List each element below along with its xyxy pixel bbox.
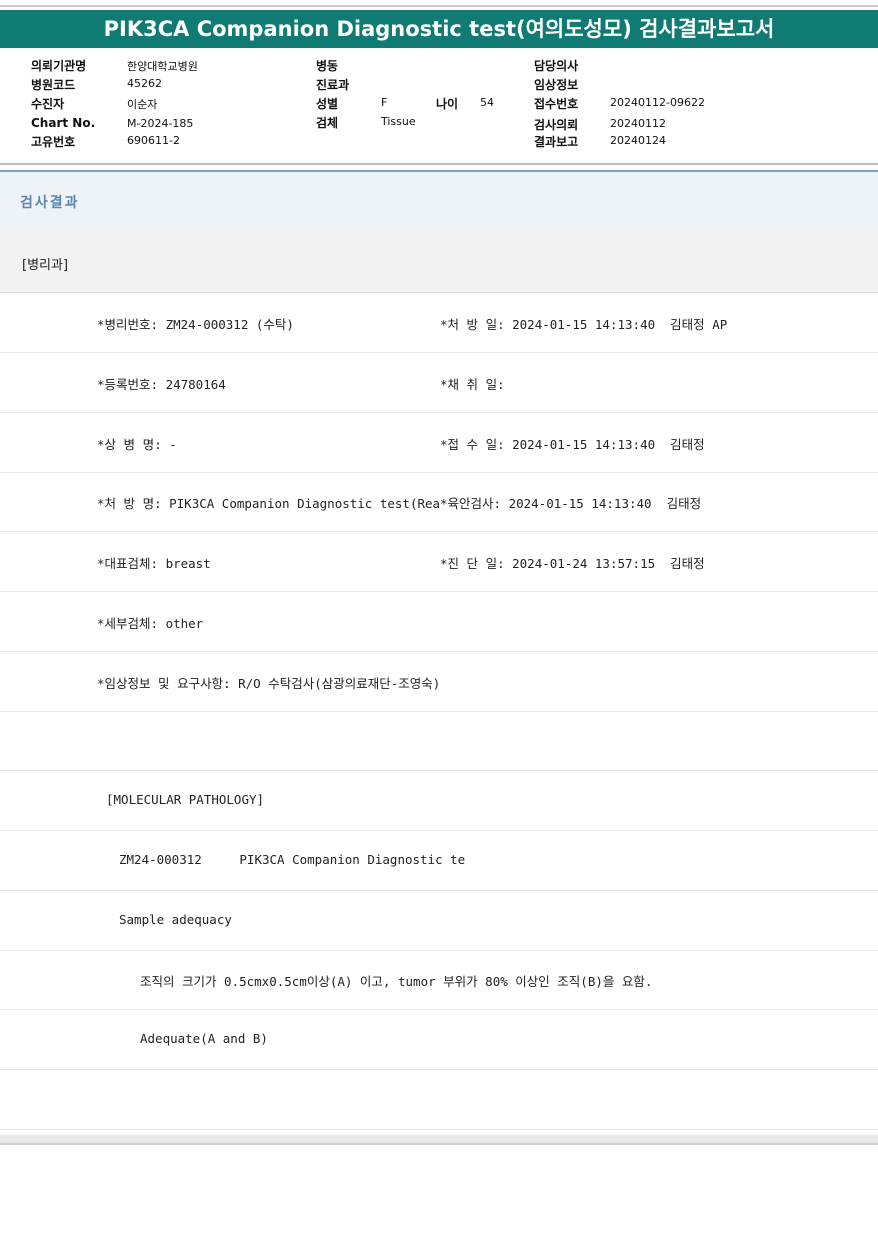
info-divider bbox=[0, 163, 878, 165]
result-row: 조직의 크기가 0.5cmx0.5cm이상(A) 이고, tumor 부위가 8… bbox=[0, 950, 878, 1010]
result-left: Adequate(A and B) bbox=[140, 1031, 268, 1046]
specimen-label: 검체 bbox=[316, 116, 339, 130]
result-row: *등록번호: 24780164 *채 취 일: bbox=[0, 353, 878, 413]
result-row: *상 병 명: - *접 수 일: 2024-01-15 14:13:40 김태… bbox=[0, 413, 878, 473]
chart-no-label: Chart No. bbox=[31, 116, 96, 130]
doctor-label: 담당의사 bbox=[534, 59, 579, 73]
examinee-label: 수진자 bbox=[31, 97, 65, 111]
result-right: *처 방 일: 2024-01-15 14:13:40 김태정 AP bbox=[440, 317, 728, 332]
result-row bbox=[0, 1070, 878, 1130]
dept-label: 진료과 bbox=[316, 78, 350, 92]
ward-label: 병동 bbox=[316, 59, 339, 73]
result-row: *병리번호: ZM24-000312 (수탁) *처 방 일: 2024-01-… bbox=[0, 293, 878, 353]
result-right: *진 단 일: 2024-01-24 13:57:15 김태정 bbox=[440, 556, 705, 571]
age-value: 54 bbox=[480, 96, 494, 109]
result-row: *세부검체: other bbox=[0, 592, 878, 652]
clinical-label: 임상정보 bbox=[534, 78, 579, 92]
hospital-code-value: 45262 bbox=[127, 77, 162, 90]
department-label: [병리과] bbox=[22, 258, 69, 273]
result-row: ZM24-000312 PIK3CA Companion Diagnostic … bbox=[0, 831, 878, 891]
bottom-rule bbox=[0, 1135, 878, 1145]
result-right: *채 취 일: bbox=[440, 377, 505, 392]
results-section-header: 검사결과 bbox=[0, 170, 878, 235]
department-row: [병리과] bbox=[0, 234, 878, 293]
report-label: 결과보고 bbox=[534, 135, 579, 149]
sex-value: F bbox=[381, 96, 388, 109]
report-title: PIK3CA Companion Diagnostic test(여의도성모) … bbox=[0, 10, 878, 48]
result-left: *세부검체: other bbox=[97, 616, 204, 631]
hospital-code-label: 병원코드 bbox=[31, 78, 76, 92]
result-row: [MOLECULAR PATHOLOGY] bbox=[0, 771, 878, 831]
request-label: 검사의뢰 bbox=[534, 118, 579, 132]
institution-label: 의뢰기관명 bbox=[31, 59, 87, 73]
result-row: *임상정보 및 요구사항: R/O 수탁검사(삼광의료재단-조영숙) bbox=[0, 652, 878, 712]
specimen-value: Tissue bbox=[381, 115, 416, 128]
result-left: [MOLECULAR PATHOLOGY] bbox=[106, 792, 265, 807]
top-rule bbox=[0, 5, 878, 7]
result-right: *접 수 일: 2024-01-15 14:13:40 김태정 bbox=[440, 437, 705, 452]
result-row: *처 방 명: PIK3CA Companion Diagnostic test… bbox=[0, 472, 878, 532]
result-left: 조직의 크기가 0.5cmx0.5cm이상(A) 이고, tumor 부위가 8… bbox=[140, 974, 653, 989]
chart-no-value: M-2024-185 bbox=[127, 117, 194, 130]
result-row bbox=[0, 711, 878, 771]
result-left: *병리번호: ZM24-000312 (수탁) bbox=[97, 317, 294, 332]
result-row: Adequate(A and B) bbox=[0, 1010, 878, 1070]
result-row: *대표검체: breast *진 단 일: 2024-01-24 13:57:1… bbox=[0, 532, 878, 592]
result-left: *처 방 명: PIK3CA Companion Diagnostic test… bbox=[97, 496, 441, 511]
result-left: *임상정보 및 요구사항: R/O 수탁검사(삼광의료재단-조영숙) bbox=[97, 676, 441, 691]
result-left: ZM24-000312 PIK3CA Companion Diagnostic … bbox=[119, 852, 466, 867]
receipt-value: 20240112-09622 bbox=[610, 96, 705, 109]
results-header-title: 검사결과 bbox=[20, 195, 80, 211]
result-left: *등록번호: 24780164 bbox=[97, 377, 226, 392]
examinee-value: 이순자 bbox=[127, 98, 158, 111]
result-left: Sample adequacy bbox=[119, 912, 232, 927]
unique-no-value: 690611-2 bbox=[127, 134, 180, 147]
result-right: *육안검사: 2024-01-15 14:13:40 김태정 bbox=[440, 496, 702, 511]
sex-label: 성별 bbox=[316, 97, 339, 111]
result-left: *대표검체: breast bbox=[97, 556, 211, 571]
receipt-label: 접수번호 bbox=[534, 97, 579, 111]
result-row: Sample adequacy bbox=[0, 891, 878, 951]
report-value: 20240124 bbox=[610, 134, 666, 147]
request-value: 20240112 bbox=[610, 117, 666, 130]
unique-no-label: 고유번호 bbox=[31, 135, 76, 149]
institution-value: 한양대학교병원 bbox=[127, 60, 198, 73]
result-left: *상 병 명: - bbox=[97, 437, 177, 452]
age-label: 나이 bbox=[436, 97, 459, 111]
